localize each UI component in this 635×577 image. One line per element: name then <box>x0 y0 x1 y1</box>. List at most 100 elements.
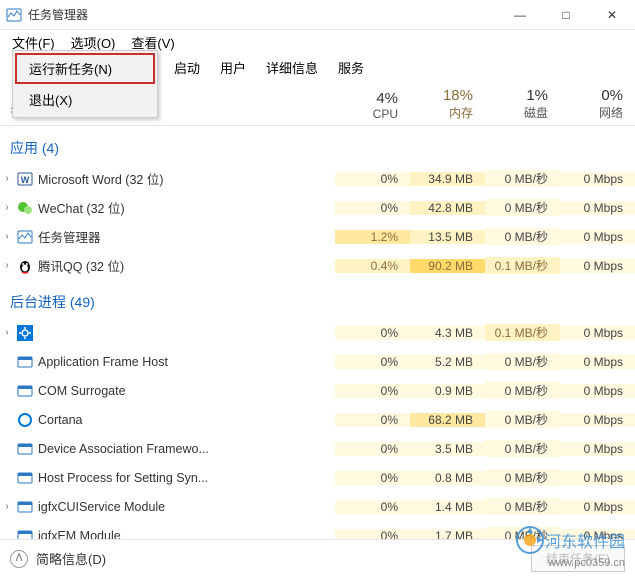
tab-details[interactable]: 详细信息 <box>256 53 328 82</box>
table-row[interactable]: Cortana0%68.2 MB0 MB/秒0 Mbps <box>0 405 635 434</box>
chevron-up-icon[interactable]: ᐱ <box>10 550 28 568</box>
brief-info-link[interactable]: 简略信息(D) <box>36 549 106 568</box>
network-cell: 0 Mbps <box>560 201 635 215</box>
memory-cell: 68.2 MB <box>410 413 485 427</box>
table-row[interactable]: COM Surrogate0%0.9 MB0 MB/秒0 Mbps <box>0 376 635 405</box>
close-button[interactable]: ✕ <box>589 0 635 30</box>
memory-cell: 4.3 MB <box>410 326 485 340</box>
disk-cell: 0.1 MB/秒 <box>485 257 560 274</box>
tab-users[interactable]: 用户 <box>210 53 256 82</box>
menu-item-exit[interactable]: 退出(X) <box>15 84 155 115</box>
tab-services[interactable]: 服务 <box>328 53 374 82</box>
table-row[interactable]: Host Process for Setting Syn...0%0.8 MB0… <box>0 463 635 492</box>
titlebar: 任务管理器 — □ ✕ <box>0 0 635 30</box>
table-row[interactable]: › 任务管理器1.2%13.5 MB0 MB/秒0 Mbps <box>0 222 635 251</box>
cpu-cell: 0% <box>335 442 410 456</box>
header-disk-label[interactable]: 磁盘 <box>485 104 548 125</box>
taskmgr-icon <box>16 229 34 245</box>
header-cpu-label[interactable]: CPU <box>335 107 398 125</box>
table-row[interactable]: Device Association Framewo...0%3.5 MB0 M… <box>0 434 635 463</box>
minimize-button[interactable]: — <box>497 0 543 30</box>
header-net-pct: 0% <box>560 87 623 104</box>
process-name: 任务管理器 <box>38 227 335 246</box>
winapp-icon <box>16 354 34 370</box>
table-row[interactable]: › 腾讯QQ (32 位)0.4%90.2 MB0.1 MB/秒0 Mbps <box>0 251 635 280</box>
header-net-label[interactable]: 网络 <box>560 104 623 125</box>
expand-icon[interactable]: › <box>0 327 14 338</box>
header-cpu-pct: 4% <box>335 90 398 107</box>
network-cell: 0 Mbps <box>560 471 635 485</box>
maximize-button[interactable]: □ <box>543 0 589 30</box>
table-row[interactable]: ›0%4.3 MB0.1 MB/秒0 Mbps <box>0 318 635 347</box>
process-name: Device Association Framewo... <box>38 442 335 456</box>
qq-icon <box>16 258 34 274</box>
table-row[interactable]: ›WeChat (32 位)0%42.8 MB0 MB/秒0 Mbps <box>0 193 635 222</box>
process-name: WeChat (32 位) <box>38 198 335 217</box>
cpu-cell: 1.2% <box>335 230 410 244</box>
process-name: 腾讯QQ (32 位) <box>38 256 335 275</box>
cpu-cell: 0% <box>335 500 410 514</box>
group-apps[interactable]: 应用 (4) <box>0 126 635 164</box>
cpu-cell: 0% <box>335 355 410 369</box>
expand-icon[interactable]: › <box>0 231 14 242</box>
winapp-icon <box>16 470 34 486</box>
network-cell: 0 Mbps <box>560 230 635 244</box>
memory-cell: 13.5 MB <box>410 230 485 244</box>
window-title: 任务管理器 <box>28 6 497 23</box>
network-cell: 0 Mbps <box>560 500 635 514</box>
disk-cell: 0 MB/秒 <box>485 498 560 515</box>
memory-cell: 34.9 MB <box>410 172 485 186</box>
header-disk-pct: 1% <box>485 87 548 104</box>
menu-item-new-task[interactable]: 运行新任务(N) <box>15 53 155 84</box>
winapp-icon <box>16 441 34 457</box>
expand-icon[interactable]: › <box>0 173 14 184</box>
process-list[interactable]: 应用 (4) ›WMicrosoft Word (32 位)0%34.9 MB0… <box>0 126 635 568</box>
cpu-cell: 0% <box>335 384 410 398</box>
watermark-url: www.pc0359.cn <box>548 557 625 569</box>
memory-cell: 3.5 MB <box>410 442 485 456</box>
memory-cell: 1.4 MB <box>410 500 485 514</box>
network-cell: 0 Mbps <box>560 442 635 456</box>
disk-cell: 0 MB/秒 <box>485 440 560 457</box>
table-row[interactable]: ›WMicrosoft Word (32 位)0%34.9 MB0 MB/秒0 … <box>0 164 635 193</box>
memory-cell: 90.2 MB <box>410 259 485 273</box>
process-name: Microsoft Word (32 位) <box>38 169 335 188</box>
network-cell: 0 Mbps <box>560 413 635 427</box>
memory-cell: 0.8 MB <box>410 471 485 485</box>
table-row[interactable]: Application Frame Host0%5.2 MB0 MB/秒0 Mb… <box>0 347 635 376</box>
disk-cell: 0 MB/秒 <box>485 228 560 245</box>
cpu-cell: 0.4% <box>335 259 410 273</box>
network-cell: 0 Mbps <box>560 355 635 369</box>
gear-icon <box>16 325 34 341</box>
process-name: Cortana <box>38 413 335 427</box>
winapp-icon <box>16 383 34 399</box>
svg-text:W: W <box>21 175 30 185</box>
memory-cell: 5.2 MB <box>410 355 485 369</box>
watermark: 河东软件园 <box>515 525 625 555</box>
process-name: igfxCUIService Module <box>38 500 335 514</box>
process-name: Application Frame Host <box>38 355 335 369</box>
process-name: Host Process for Setting Syn... <box>38 471 335 485</box>
tab-startup[interactable]: 启动 <box>164 53 210 82</box>
network-cell: 0 Mbps <box>560 172 635 186</box>
cpu-cell: 0% <box>335 471 410 485</box>
network-cell: 0 Mbps <box>560 326 635 340</box>
cpu-cell: 0% <box>335 326 410 340</box>
group-background[interactable]: 后台进程 (49) <box>0 280 635 318</box>
expand-icon[interactable]: › <box>0 202 14 213</box>
table-row[interactable]: › igfxCUIService Module0%1.4 MB0 MB/秒0 Mb… <box>0 492 635 521</box>
cpu-cell: 0% <box>335 201 410 215</box>
disk-cell: 0 MB/秒 <box>485 469 560 486</box>
header-mem-label[interactable]: 内存 <box>410 104 473 125</box>
taskmgr-icon <box>6 7 22 23</box>
process-name: COM Surrogate <box>38 384 335 398</box>
disk-cell: 0 MB/秒 <box>485 170 560 187</box>
watermark-text: 河东软件园 <box>545 528 625 552</box>
disk-cell: 0 MB/秒 <box>485 353 560 370</box>
expand-icon[interactable]: › <box>0 501 14 512</box>
wechat-icon <box>16 200 34 216</box>
memory-cell: 42.8 MB <box>410 201 485 215</box>
network-cell: 0 Mbps <box>560 259 635 273</box>
expand-icon[interactable]: › <box>0 260 14 271</box>
disk-cell: 0 MB/秒 <box>485 411 560 428</box>
